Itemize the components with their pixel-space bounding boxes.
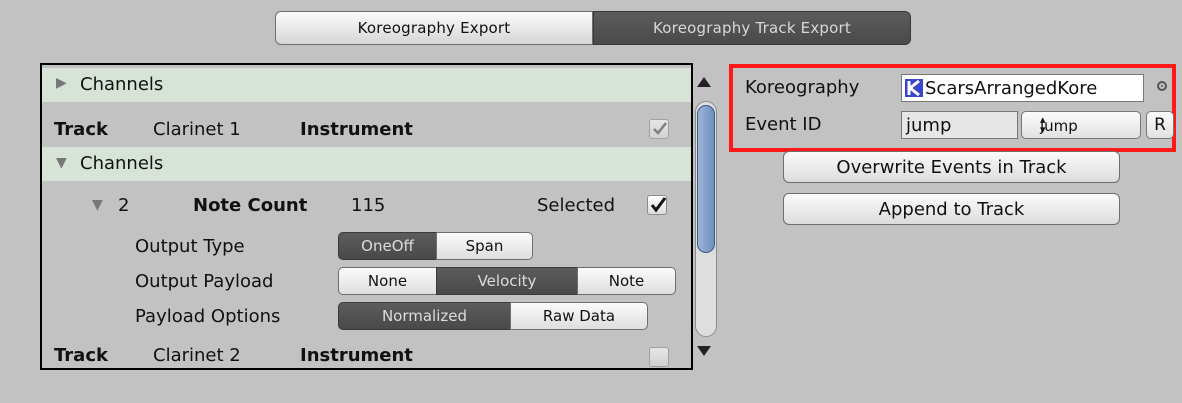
checkmark-icon [653, 122, 667, 135]
event-id-label: Event ID [745, 114, 822, 135]
track-checkbox[interactable] [649, 119, 669, 139]
updown-arrows-icon: ▴ ▾ [1040, 113, 1046, 136]
koreography-asset-icon [905, 79, 923, 97]
export-mode-tabs: Koreography Export Koreography Track Exp… [275, 11, 911, 45]
scroll-up-arrow-icon[interactable] [697, 77, 711, 87]
scrollbar-thumb[interactable] [697, 105, 715, 253]
koreography-object-field[interactable]: ScarsArrangedKore [901, 74, 1144, 102]
output-type-segmented: OneOff Span [338, 232, 533, 260]
scroll-down-arrow-icon[interactable] [697, 346, 711, 356]
payload-options-label: Payload Options [135, 306, 281, 327]
event-id-value: jump [906, 114, 952, 136]
koreography-value: ScarsArrangedKore [925, 77, 1098, 99]
object-picker-icon[interactable] [1157, 81, 1167, 91]
track-list-panel: ▶ Channels Track Clarinet 1 Instrument ▼… [40, 63, 693, 370]
note-count-value: 115 [351, 195, 386, 216]
channels-label: Channels [80, 74, 164, 95]
track-type: Instrument [300, 119, 413, 140]
output-payload-row: Output Payload None Velocity Note [42, 265, 691, 299]
track-checkbox[interactable] [649, 347, 669, 367]
event-id-dropdown[interactable]: jump ▴ ▾ [1021, 111, 1141, 139]
output-type-row: Output Type OneOff Span [42, 230, 691, 264]
track-name: Clarinet 2 [153, 345, 241, 366]
note-count-label: Note Count [193, 195, 308, 216]
channels-row-expanded[interactable]: ▼ Channels [42, 147, 691, 181]
tab-koreography-export[interactable]: Koreography Export [275, 11, 593, 45]
selected-checkbox[interactable] [647, 195, 667, 215]
output-payload-velocity[interactable]: Velocity [436, 267, 578, 295]
track-key-label: Track [54, 345, 108, 366]
payload-options-row: Payload Options Normalized Raw Data [42, 300, 691, 334]
append-to-track-button[interactable]: Append to Track [783, 193, 1120, 225]
checkmark-icon [650, 197, 667, 213]
payload-option-raw-data[interactable]: Raw Data [510, 302, 648, 330]
payload-option-normalized[interactable]: Normalized [338, 302, 511, 330]
channels-row-collapsed[interactable]: ▶ Channels [42, 68, 691, 102]
output-type-oneoff[interactable]: OneOff [338, 232, 437, 260]
selected-label: Selected [537, 195, 616, 216]
track-name: Clarinet 1 [153, 119, 241, 140]
triangle-down-icon: ▼ [92, 197, 103, 213]
overwrite-events-button[interactable]: Overwrite Events in Track [783, 151, 1120, 183]
output-payload-label: Output Payload [135, 271, 274, 292]
koreography-label: Koreography [745, 77, 860, 98]
output-payload-segmented: None Velocity Note [338, 267, 676, 295]
output-payload-note[interactable]: Note [577, 267, 676, 295]
channel-2-row: ▼ 2 Note Count 115 Selected [42, 189, 691, 223]
track-key-label: Track [54, 119, 108, 140]
output-payload-none[interactable]: None [338, 267, 437, 295]
output-type-label: Output Type [135, 236, 245, 257]
track-row-clarinet-2: Track Clarinet 2 Instrument [42, 339, 691, 368]
tab-koreography-track-export[interactable]: Koreography Track Export [593, 11, 911, 45]
triangle-right-icon: ▶ [56, 75, 67, 91]
track-row-clarinet-1: Track Clarinet 1 Instrument [42, 113, 691, 147]
reset-button[interactable]: R [1146, 111, 1174, 139]
channel-number: 2 [118, 195, 130, 216]
payload-options-segmented: Normalized Raw Data [338, 302, 648, 330]
event-id-input[interactable]: jump [901, 111, 1018, 139]
track-list-scrollbar[interactable] [693, 63, 719, 370]
output-type-span[interactable]: Span [436, 232, 533, 260]
track-type: Instrument [300, 345, 413, 366]
channels-label: Channels [80, 153, 164, 174]
triangle-down-icon: ▼ [56, 155, 67, 171]
